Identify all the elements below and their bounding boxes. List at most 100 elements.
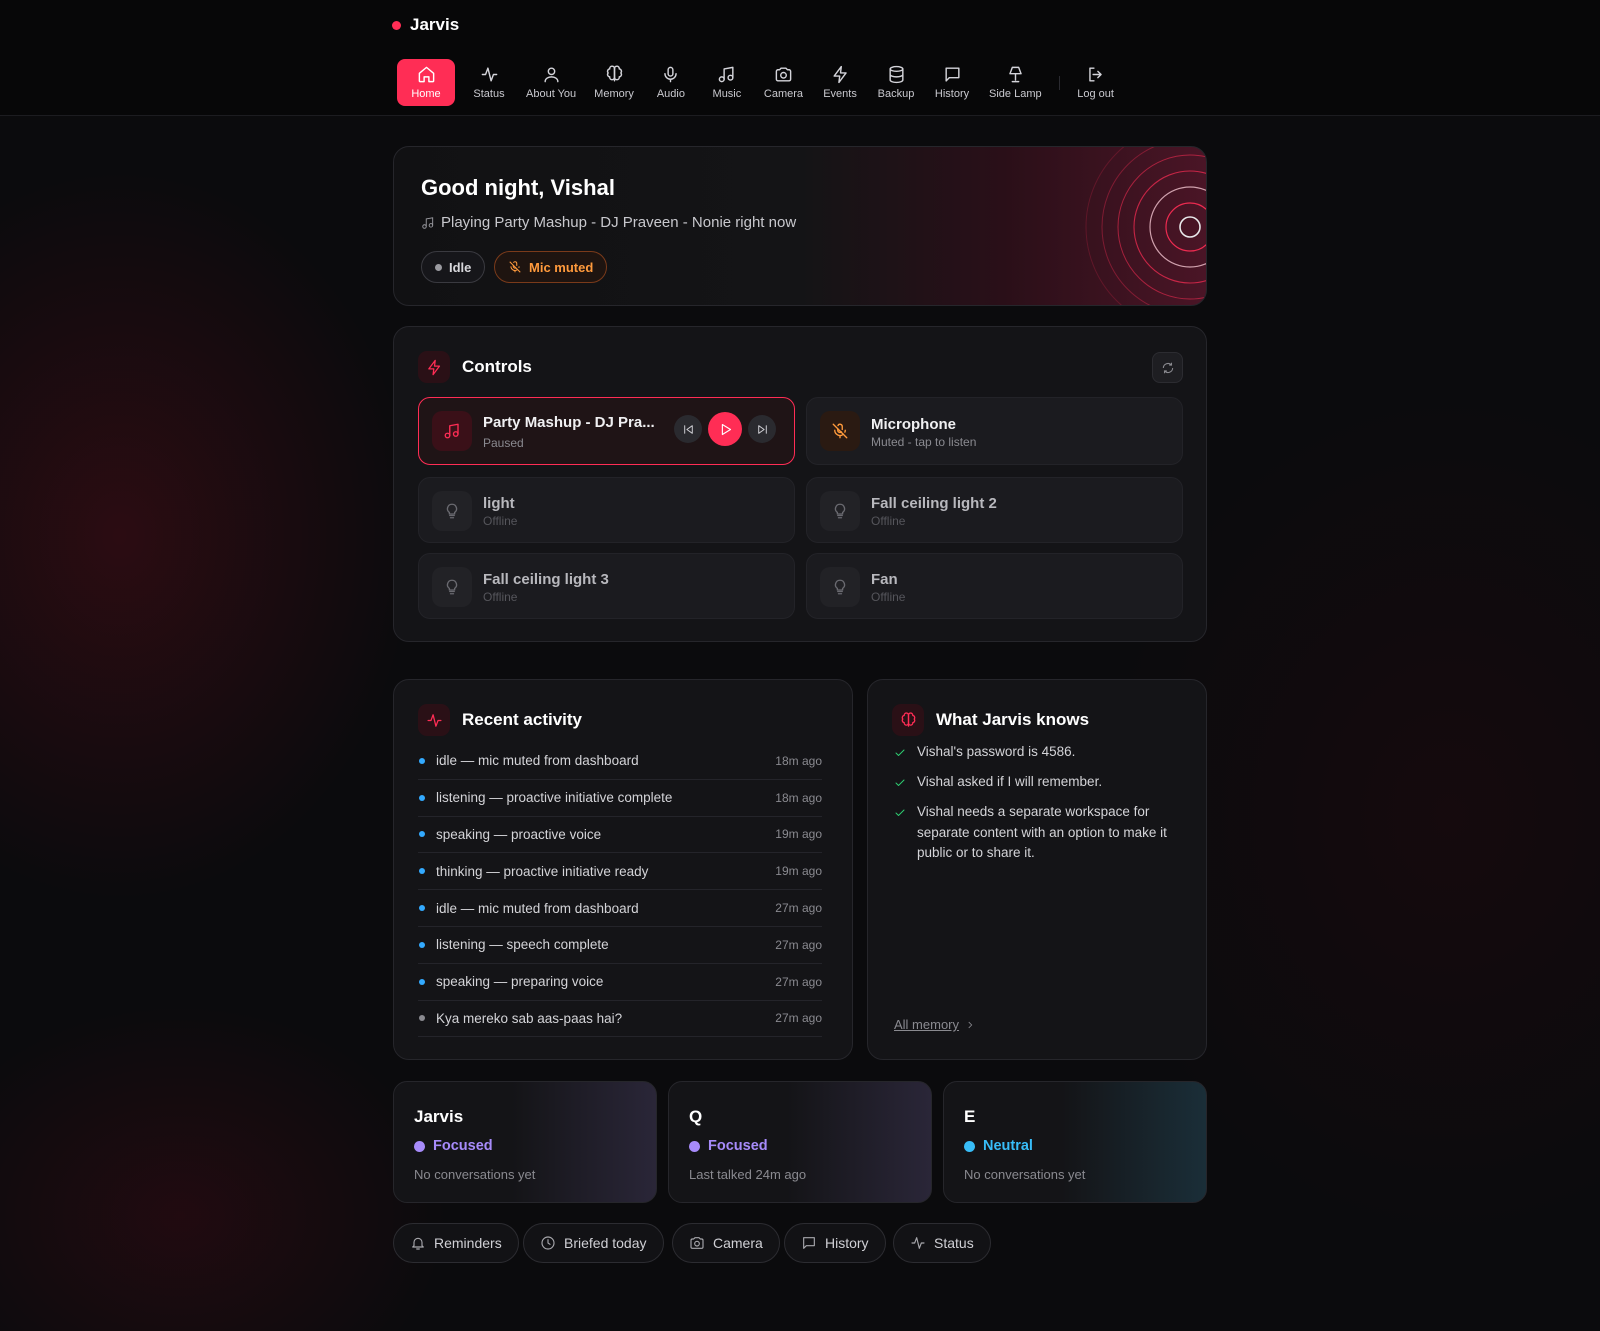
lightning-icon [418,351,450,383]
refresh-icon [1162,362,1173,373]
device-tile-fall-ceiling-light-2[interactable]: Fall ceiling light 2 Offline [806,477,1183,543]
chevron-right-icon [968,1021,973,1028]
quick-link-label: Briefed today [564,1235,647,1251]
activity-time: 18m ago [775,753,822,768]
clock-icon [541,1236,555,1250]
briefed-today-button[interactable]: Briefed today [523,1223,664,1263]
brain-icon [606,65,622,82]
microphone-tile[interactable]: Microphone Muted - tap to listen [806,397,1183,465]
now-playing: Playing Party Mashup - DJ Praveen - Noni… [421,214,796,231]
nav-status[interactable]: Status [461,59,517,106]
mood-dot-icon [964,1140,975,1152]
mood-dot-icon [414,1140,425,1152]
nav-history[interactable]: History [924,59,980,106]
bell-icon [412,1237,424,1250]
play-button[interactable] [708,412,742,446]
previous-track-button[interactable] [674,415,702,443]
check-icon [895,779,905,786]
bullet-dot-icon [419,941,425,948]
media-player-tile[interactable]: Party Mashup - DJ Pra... Paused [418,397,795,465]
device-name: Fall ceiling light 2 [871,495,997,512]
quick-link-label: History [825,1235,869,1251]
nav-memory[interactable]: Memory [585,59,643,106]
voice-rings-graphic [1085,147,1206,305]
refresh-button[interactable] [1152,352,1183,383]
activity-time: 19m ago [775,864,822,879]
list-item: idle — mic muted from dashboard 27m ago [418,890,822,927]
controls-header: Controls [418,351,532,383]
activity-time: 27m ago [775,1011,822,1026]
camera-icon [690,1237,704,1249]
nav-backup[interactable]: Backup [868,59,924,106]
bullet-dot-icon [419,1015,425,1022]
chat-bubble-icon [803,1237,815,1249]
agent-mood-label: Neutral [983,1138,1033,1154]
nav-label: Log out [1077,88,1114,100]
top-bar: Jarvis Home Status About You Memory Audi… [0,0,1600,116]
lightbulb-icon [820,567,860,607]
quick-link-label: Camera [713,1235,763,1251]
nav-camera[interactable]: Camera [755,59,812,106]
agent-card-q[interactable]: Q Focused Last talked 24m ago [668,1081,932,1203]
camera-button[interactable]: Camera [672,1223,780,1263]
lightbulb-icon [820,491,860,531]
activity-text: speaking — proactive voice [436,826,602,842]
device-tile-fall-ceiling-light-3[interactable]: Fall ceiling light 3 Offline [418,553,795,619]
history-button[interactable]: History [784,1223,886,1263]
list-item: listening — proactive initiative complet… [418,780,822,817]
activity-time: 19m ago [775,827,822,842]
activity-time: 27m ago [775,901,822,916]
nav-home[interactable]: Home [397,59,455,106]
device-tile-light[interactable]: light Offline [418,477,795,543]
list-item: speaking — proactive voice 19m ago [418,817,822,854]
bullet-dot-icon [419,868,425,875]
microphone-state: Muted - tap to listen [871,435,977,449]
activity-time: 18m ago [775,790,822,805]
mic-badge-label: Mic muted [529,259,594,275]
nav-side-lamp[interactable]: Side Lamp [980,59,1051,106]
greeting-card: Good night, Vishal Playing Party Mashup … [393,146,1207,306]
nav-label: Status [473,88,505,100]
agent-card-jarvis[interactable]: Jarvis Focused No conversations yet [393,1081,657,1203]
all-memory-link[interactable]: All memory [894,1017,975,1032]
microphone-icon [664,66,678,83]
nav-about-you[interactable]: About You [517,59,585,106]
nav-label: Backup [877,88,915,100]
controls-panel: Controls Party Mashup - DJ Pra... Paused… [393,326,1207,642]
knows-header: What Jarvis knows [892,704,1089,736]
nav-audio[interactable]: Audio [643,59,699,106]
activity-text: listening — speech complete [436,937,609,953]
lightbulb-icon [432,491,472,531]
list-item: idle — mic muted from dashboard 18m ago [418,743,822,780]
nav-label: Camera [763,88,804,100]
activity-text: idle — mic muted from dashboard [436,753,639,769]
agent-last-seen: Last talked 24m ago [689,1167,807,1182]
mic-muted-badge[interactable]: Mic muted [494,251,608,283]
activity-icon [418,704,450,736]
chat-bubble-icon [944,67,960,82]
camera-icon [775,67,792,82]
agent-last-seen: No conversations yet [414,1167,536,1182]
next-track-button[interactable] [748,415,776,443]
bullet-dot-icon [419,905,425,912]
media-state: Paused [483,436,524,450]
nav-label: Memory [594,88,634,100]
mic-off-icon [820,411,860,451]
lightbulb-icon [432,567,472,607]
brand: Jarvis [392,15,459,35]
status-badge: Idle [421,251,486,283]
status-button[interactable]: Status [893,1223,991,1263]
activity-text: idle — mic muted from dashboard [436,900,639,916]
agent-name: E [964,1107,976,1126]
agent-card-e[interactable]: E Neutral No conversations yet [943,1081,1207,1203]
lamp-icon [1009,66,1022,83]
device-state: Offline [871,514,906,528]
nav-divider [1058,75,1060,90]
list-item: thinking — proactive initiative ready 19m… [418,853,822,891]
nav-events[interactable]: Events [812,59,868,106]
nav-log-out[interactable]: Log out [1068,59,1124,106]
nav-music[interactable]: Music [699,59,755,106]
reminders-button[interactable]: Reminders [393,1223,519,1263]
device-tile-fan[interactable]: Fan Offline [806,553,1183,619]
device-state: Offline [483,590,518,604]
